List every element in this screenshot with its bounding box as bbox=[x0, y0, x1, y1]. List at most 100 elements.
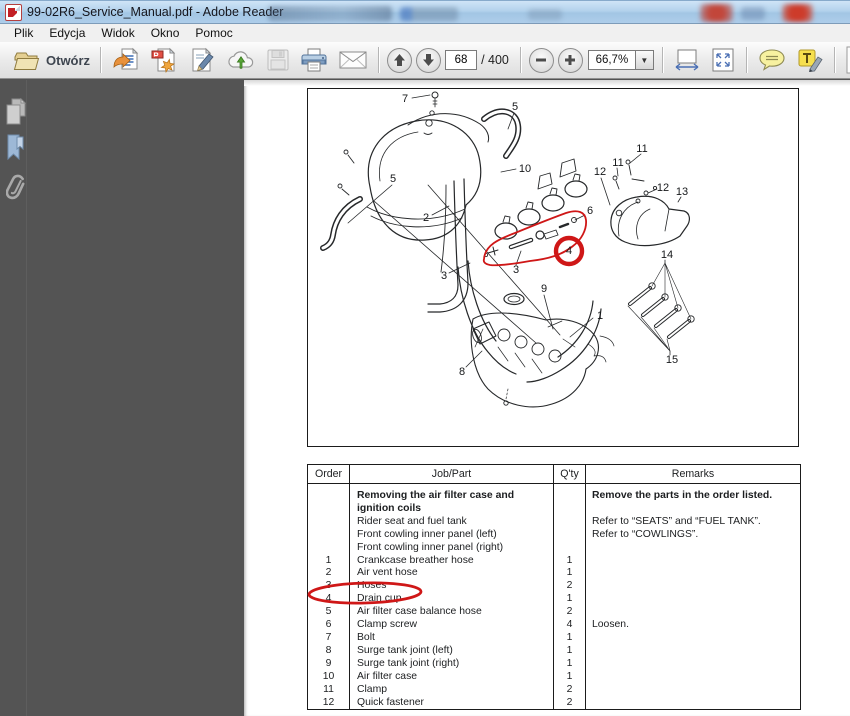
cell-part: Surge tank joint (left) bbox=[350, 645, 554, 658]
comment-button[interactable] bbox=[753, 45, 791, 75]
highlight-text-button[interactable] bbox=[791, 44, 829, 76]
edit-sign-button[interactable] bbox=[183, 44, 221, 76]
page-number-input[interactable] bbox=[445, 50, 477, 70]
adobe-reader-window: 99-02R6_Service_Manual.pdf - Adobe Reade… bbox=[0, 0, 850, 716]
diagram-callout: 3 bbox=[441, 270, 447, 282]
parts-diagram: 751052611111212133349181415 bbox=[307, 88, 799, 447]
header-qty: Q'ty bbox=[554, 465, 586, 484]
zoom-in-button[interactable] bbox=[558, 48, 583, 73]
open-button[interactable]: Otwórz bbox=[8, 47, 95, 74]
title-bar[interactable]: 99-02R6_Service_Manual.pdf - Adobe Reade… bbox=[0, 0, 850, 24]
header-job-part: Job/Part bbox=[350, 465, 554, 484]
sign-button[interactable] bbox=[841, 43, 850, 77]
diagram-callout: 7 bbox=[402, 93, 408, 105]
cloud-upload-button[interactable] bbox=[221, 45, 261, 75]
export-pdf-icon bbox=[112, 47, 140, 73]
cell-part: Clamp screw bbox=[350, 619, 554, 632]
cell-order: 1 bbox=[308, 555, 350, 568]
cell-qty: 2 bbox=[554, 684, 586, 697]
cell-part: ignition coils bbox=[350, 503, 554, 516]
table-row-highlighted: 4Drain cup1 bbox=[308, 593, 801, 606]
cell-part: Surge tank joint (right) bbox=[350, 658, 554, 671]
cell-part: Hoses bbox=[350, 580, 554, 593]
fit-width-button[interactable] bbox=[669, 45, 705, 75]
cell-order: 7 bbox=[308, 632, 350, 645]
table-row: 2Air vent hose1 bbox=[308, 567, 801, 580]
fit-page-icon bbox=[710, 47, 736, 73]
zoom-dropdown-button[interactable]: ▼ bbox=[635, 50, 654, 70]
menu-edycja[interactable]: Edycja bbox=[41, 25, 93, 41]
zoom-level-combo[interactable]: 66,7% ▼ bbox=[588, 50, 654, 70]
toolbar-separator bbox=[746, 47, 748, 73]
cell-qty: 1 bbox=[554, 632, 586, 645]
diagram-callout: 8 bbox=[459, 366, 465, 378]
zoom-out-button[interactable] bbox=[529, 48, 554, 73]
diagram-callout: 13 bbox=[676, 186, 688, 198]
table-row: Rider seat and fuel tank Refer to “SEATS”… bbox=[308, 516, 801, 529]
toolbar-separator bbox=[520, 47, 522, 73]
cell-remarks bbox=[586, 567, 801, 580]
diagram-callouts: 751052611111212133349181415 bbox=[390, 93, 688, 378]
cell-qty: 1 bbox=[554, 555, 586, 568]
menu-okno[interactable]: Okno bbox=[143, 25, 188, 41]
sign-icon bbox=[846, 46, 850, 74]
attachments-icon[interactable] bbox=[6, 173, 25, 209]
bookmarks-icon[interactable] bbox=[6, 134, 25, 167]
cell-order: 6 bbox=[308, 619, 350, 632]
cell-part: Removing the air filter case and bbox=[350, 484, 554, 503]
cell-order bbox=[308, 516, 350, 529]
edit-pen-icon bbox=[188, 47, 216, 73]
cell-part: Quick fastener bbox=[350, 697, 554, 710]
pdf-page[interactable]: 751052611111212133349181415 Order Job/Pa… bbox=[244, 80, 850, 716]
cell-order: 3 bbox=[308, 580, 350, 593]
cell-remarks: Remove the parts in the order listed. bbox=[586, 484, 801, 503]
cell-remarks: Refer to “COWLINGS”. bbox=[586, 529, 801, 542]
table-row: Front cowling inner panel (right) bbox=[308, 542, 801, 555]
cell-remarks bbox=[586, 645, 801, 658]
cell-remarks bbox=[586, 697, 801, 710]
create-pdf-button[interactable] bbox=[145, 44, 183, 76]
email-button[interactable] bbox=[333, 46, 373, 74]
diagram-callout: 11 bbox=[612, 157, 623, 169]
cell-part: Rider seat and fuel tank bbox=[350, 516, 554, 529]
cell-qty bbox=[554, 484, 586, 503]
cell-part: Air vent hose bbox=[350, 567, 554, 580]
diagram-callout-circled: 4 bbox=[566, 245, 572, 257]
open-folder-icon bbox=[13, 50, 40, 71]
cell-remarks bbox=[586, 542, 801, 555]
cell-remarks: Refer to “SEATS” and “FUEL TANK”. bbox=[586, 516, 801, 529]
document-area: 751052611111212133349181415 Order Job/Pa… bbox=[0, 80, 850, 716]
comment-bubble-icon bbox=[758, 48, 786, 72]
cell-order: 11 bbox=[308, 684, 350, 697]
menu-plik[interactable]: Plik bbox=[6, 25, 41, 41]
next-page-button[interactable] bbox=[416, 48, 441, 73]
menu-bar: Plik Edycja Widok Okno Pomoc bbox=[0, 24, 850, 42]
table-row: 12Quick fastener2 bbox=[308, 697, 801, 710]
header-order: Order bbox=[308, 465, 350, 484]
cell-remarks bbox=[586, 580, 801, 593]
diagram-callout: 6 bbox=[587, 205, 593, 217]
fit-page-button[interactable] bbox=[705, 44, 741, 76]
adobe-reader-icon bbox=[5, 4, 22, 21]
email-icon bbox=[338, 49, 368, 71]
navigation-pane-strip bbox=[0, 80, 27, 716]
cell-order: 10 bbox=[308, 671, 350, 684]
table-row: Front cowling inner panel (left)Refer to… bbox=[308, 529, 801, 542]
menu-widok[interactable]: Widok bbox=[93, 25, 142, 41]
cell-remarks: Loosen. bbox=[586, 619, 801, 632]
menu-pomoc[interactable]: Pomoc bbox=[187, 25, 240, 41]
cell-remarks bbox=[586, 632, 801, 645]
background-window-artifact bbox=[741, 7, 765, 20]
previous-page-button[interactable] bbox=[387, 48, 412, 73]
print-button[interactable] bbox=[295, 44, 333, 76]
diagram-callout: 5 bbox=[512, 101, 518, 113]
diagram-callout: 12 bbox=[657, 182, 669, 194]
parts-table: Order Job/Part Q'ty Remarks Removing the… bbox=[307, 464, 801, 710]
page-thumbnails-icon[interactable] bbox=[6, 98, 26, 130]
cell-part: Front cowling inner panel (right) bbox=[350, 542, 554, 555]
cell-qty: 1 bbox=[554, 567, 586, 580]
export-pdf-button[interactable] bbox=[107, 44, 145, 76]
save-button[interactable] bbox=[261, 45, 295, 75]
cell-order: 2 bbox=[308, 567, 350, 580]
cell-order: 12 bbox=[308, 697, 350, 710]
